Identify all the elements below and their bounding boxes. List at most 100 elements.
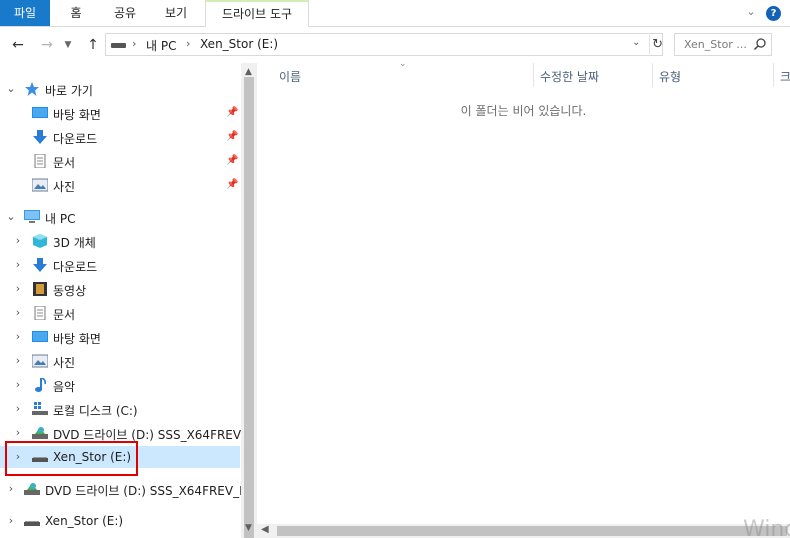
breadcrumb-separator[interactable]: › xyxy=(186,37,190,50)
file-list-pane: ⌄ 이름 수정한 날짜 유형 크 이 폴더는 비어 있습니다. ◀ Wind xyxy=(257,59,790,538)
pin-icon[interactable]: 📌 xyxy=(226,179,238,191)
tree-item-dvd-drive-d-root[interactable]: › DVD 드라이브 (D:) SSS_X64FREV_K( xyxy=(0,478,252,500)
desktop-icon xyxy=(32,331,48,342)
tab-file[interactable]: 파일 xyxy=(0,0,50,26)
tree-label: 로컬 디스크 (C:) xyxy=(53,404,138,418)
tree-item-documents[interactable]: › 문서 xyxy=(0,302,240,324)
chevron-right-icon[interactable]: › xyxy=(13,426,23,440)
tab-share[interactable]: 공유 xyxy=(103,0,147,26)
scroll-down-icon[interactable]: ▼ xyxy=(245,523,252,533)
address-toolbar: ← → ▼ ↑ › 내 PC › Xen_Stor (E:) ⌄ ↻ Xen_S… xyxy=(0,27,790,63)
tree-label: 문서 xyxy=(53,156,76,170)
tree-item-xen-stor-e-root[interactable]: › Xen_Stor (E:) xyxy=(0,510,240,532)
tree-item-pictures[interactable]: › 사진 xyxy=(0,350,240,372)
empty-folder-message: 이 폴더는 비어 있습니다. xyxy=(460,104,587,118)
picture-icon xyxy=(32,354,48,368)
up-button[interactable]: ↑ xyxy=(84,36,102,54)
tree-label: 음악 xyxy=(53,380,76,394)
column-header-type[interactable]: 유형 xyxy=(653,63,773,87)
tree-label: 사진 xyxy=(53,180,76,194)
desktop-icon xyxy=(32,107,48,118)
breadcrumb-this-pc[interactable]: 내 PC xyxy=(146,37,176,54)
chevron-right-icon[interactable]: › xyxy=(13,282,23,296)
tree-label: 다운로드 xyxy=(53,132,98,146)
tree-item-videos[interactable]: › 동영상 xyxy=(0,278,240,300)
drive-icon xyxy=(24,521,40,526)
drive-icon xyxy=(111,43,126,48)
tree-item-3d-objects[interactable]: › 3D 개체 xyxy=(0,230,240,252)
breadcrumb-drive[interactable]: Xen_Stor (E:) xyxy=(200,37,278,51)
tree-item-desktop[interactable]: › 바탕 화면 xyxy=(0,326,240,348)
document-icon xyxy=(34,154,46,168)
computer-icon xyxy=(24,210,40,223)
tree-label: 동영상 xyxy=(53,284,87,298)
recent-locations-button[interactable]: ▼ xyxy=(62,36,74,54)
back-button[interactable]: ← xyxy=(9,36,27,54)
tree-label: 다운로드 xyxy=(53,260,98,274)
pin-icon[interactable]: 📌 xyxy=(226,107,238,119)
chevron-down-icon[interactable]: ⌄ xyxy=(6,210,16,224)
chevron-right-icon[interactable]: › xyxy=(13,354,23,368)
activation-watermark: Wind xyxy=(743,517,790,538)
chevron-right-icon[interactable]: › xyxy=(13,330,23,344)
tree-item-music[interactable]: › 음악 xyxy=(0,374,240,396)
address-bar[interactable]: › 내 PC › Xen_Stor (E:) ⌄ ↻ xyxy=(105,33,663,56)
scroll-up-icon[interactable]: ▲ xyxy=(245,67,252,77)
search-icon[interactable] xyxy=(753,37,767,51)
tree-label: 사진 xyxy=(53,356,76,370)
chevron-down-icon[interactable]: ⌄ xyxy=(632,37,640,48)
tree-label: 문서 xyxy=(53,308,76,322)
column-label: 유형 xyxy=(659,70,682,84)
chevron-right-icon[interactable]: › xyxy=(13,378,23,392)
annotation-highlight-box xyxy=(5,441,138,476)
tree-item-desktop[interactable]: 바탕 화면 📌 xyxy=(0,102,240,124)
scrollbar-thumb[interactable] xyxy=(244,77,254,538)
pin-icon[interactable]: 📌 xyxy=(226,155,238,167)
tree-label: 내 PC xyxy=(45,212,76,226)
tab-home[interactable]: 홈 xyxy=(58,0,94,26)
search-input[interactable]: Xen_Stor ... xyxy=(674,33,772,56)
tree-item-downloads[interactable]: › 다운로드 xyxy=(0,254,240,276)
chevron-right-icon[interactable]: › xyxy=(13,306,23,320)
scroll-left-icon[interactable]: ◀ xyxy=(261,524,269,535)
tree-item-downloads[interactable]: 다운로드 📌 xyxy=(0,126,240,148)
tree-item-pictures[interactable]: 사진 📌 xyxy=(0,174,240,196)
tree-label: Xen_Stor (E:) xyxy=(45,514,124,528)
nav-scrollbar[interactable]: ▲ ▼ xyxy=(241,63,257,538)
scrollbar-thumb[interactable] xyxy=(277,526,787,536)
tree-item-documents[interactable]: 문서 📌 xyxy=(0,150,240,172)
chevron-right-icon[interactable]: › xyxy=(13,258,23,272)
horizontal-scrollbar[interactable]: ◀ xyxy=(257,524,790,538)
pin-icon[interactable]: 📌 xyxy=(226,131,238,143)
cube-icon xyxy=(33,234,47,248)
column-header-size[interactable]: 크 xyxy=(774,63,790,87)
column-label: 크 xyxy=(780,70,790,84)
chevron-right-icon[interactable]: › xyxy=(6,482,16,496)
tree-label: 바로 가기 xyxy=(45,84,93,98)
dvd-drive-icon xyxy=(32,427,48,439)
chevron-down-icon: ⌄ xyxy=(399,59,407,69)
tree-item-quick-access[interactable]: ⌄ 바로 가기 xyxy=(0,78,240,100)
download-icon xyxy=(33,258,47,272)
tree-label: 3D 개체 xyxy=(53,236,96,250)
breadcrumb-separator[interactable]: › xyxy=(132,37,136,50)
refresh-icon[interactable]: ↻ xyxy=(649,35,663,54)
column-header-name[interactable]: ⌄ 이름 xyxy=(257,59,533,87)
forward-button[interactable]: → xyxy=(38,36,56,54)
music-icon xyxy=(35,378,46,392)
tree-label: 바탕 화면 xyxy=(53,332,101,346)
star-icon xyxy=(25,82,39,96)
tree-label: 바탕 화면 xyxy=(53,108,101,122)
column-header-date-modified[interactable]: 수정한 날짜 xyxy=(534,63,652,87)
tab-view[interactable]: 보기 xyxy=(154,0,198,26)
tree-item-local-disk-c[interactable]: › 로컬 디스크 (C:) xyxy=(0,398,240,420)
chevron-right-icon[interactable]: › xyxy=(13,234,23,248)
chevron-down-icon[interactable]: ⌄ xyxy=(744,5,758,19)
chevron-right-icon[interactable]: › xyxy=(13,402,23,416)
tree-item-this-pc[interactable]: ⌄ 내 PC xyxy=(0,206,240,228)
column-label: 이름 xyxy=(279,70,302,84)
chevron-down-icon[interactable]: ⌄ xyxy=(6,82,16,96)
help-icon[interactable]: ? xyxy=(766,6,781,21)
tab-drive-tools[interactable]: 드라이브 도구 xyxy=(205,0,309,28)
chevron-right-icon[interactable]: › xyxy=(6,514,16,528)
